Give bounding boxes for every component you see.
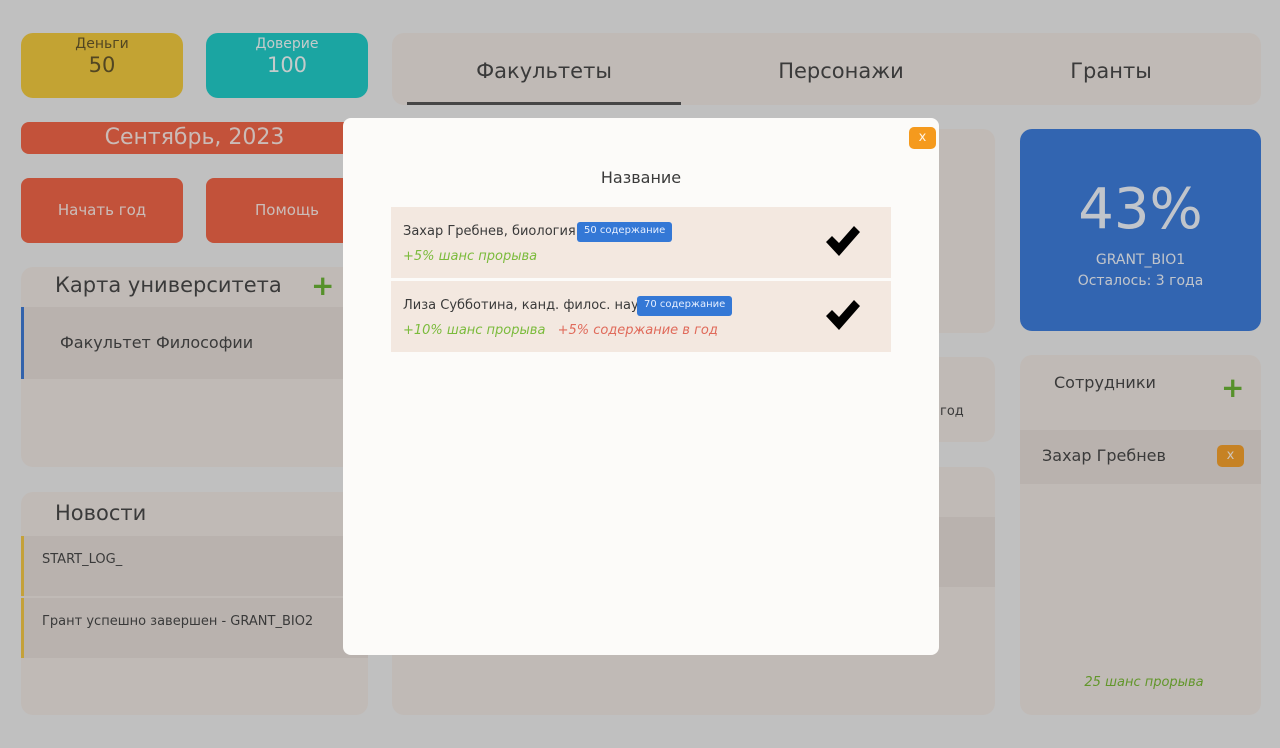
candidate-name: Лиза Субботина, канд. филос. наук (403, 298, 647, 313)
candidate-effects: +10% шанс прорыва +5% содержание в год (403, 323, 718, 338)
candidate-row[interactable]: Захар Гребнев, биология 50 содержание +5… (391, 207, 891, 278)
candidate-row[interactable]: Лиза Субботина, канд. филос. наук 70 сод… (391, 281, 891, 352)
positive-effect: +10% шанс прорыва (403, 323, 546, 338)
select-staff-modal: x Название Захар Гребнев, биология 50 со… (343, 118, 939, 655)
positive-effect: +5% шанс прорыва (403, 249, 538, 264)
candidate-name: Захар Гребнев, биология (403, 224, 576, 239)
modal-title: Название (600, 168, 682, 187)
cost-badge: 50 содержание (577, 222, 673, 242)
candidate-effects: +5% шанс прорыва (403, 249, 537, 264)
negative-effect: +5% содержание в год (557, 323, 718, 338)
modal-close-icon[interactable]: x (909, 127, 936, 149)
checkmark-icon[interactable] (824, 297, 862, 333)
checkmark-icon[interactable] (824, 223, 862, 259)
cost-badge: 70 содержание (637, 296, 733, 316)
